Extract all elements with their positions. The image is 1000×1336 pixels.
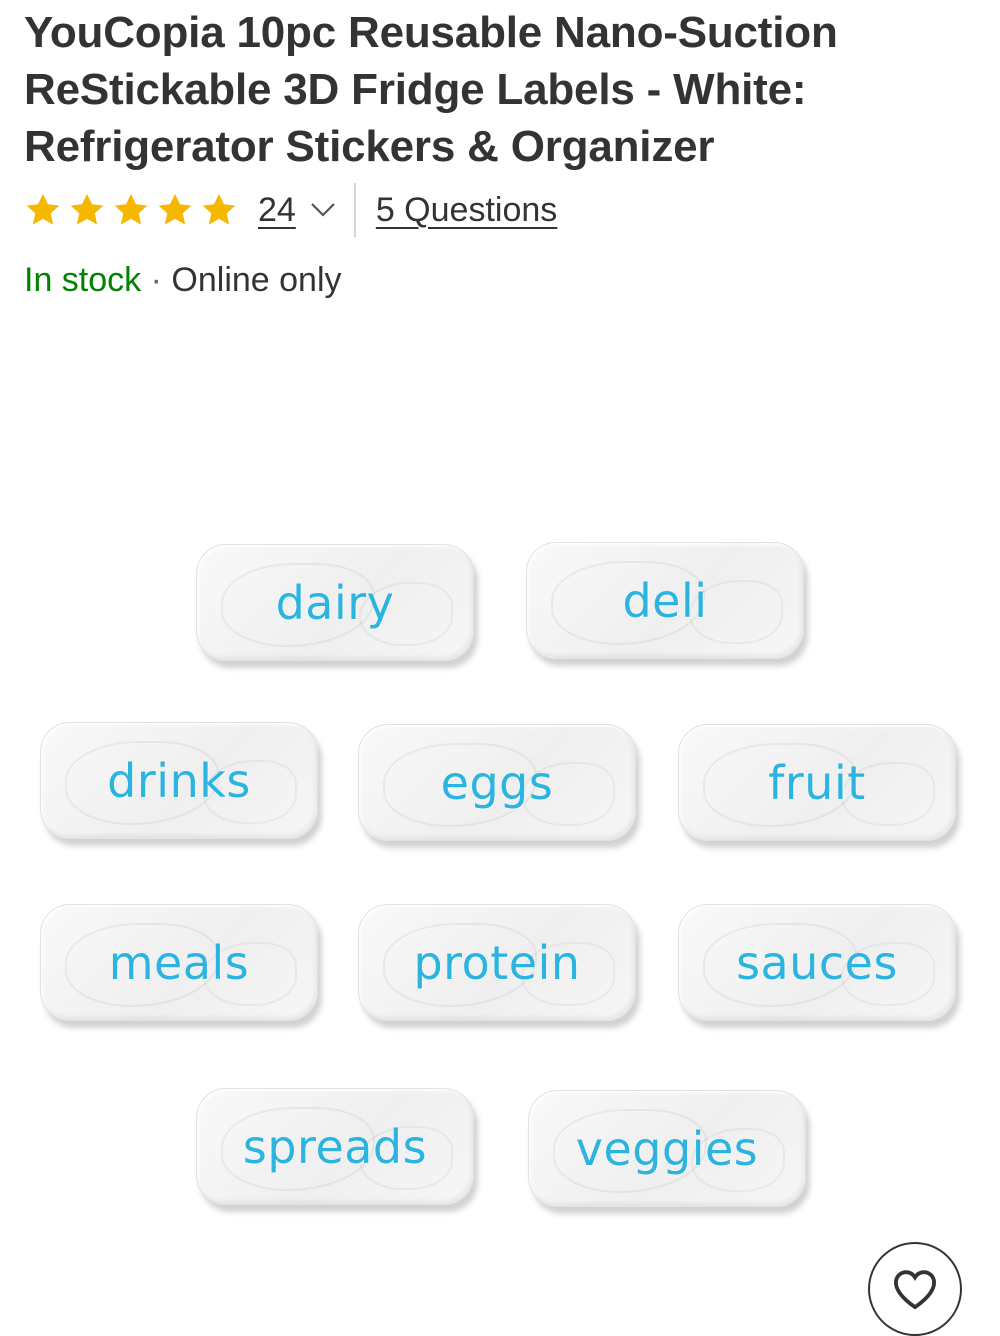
- label-text: meals: [108, 935, 250, 990]
- star-icon: [70, 193, 104, 225]
- product-image[interactable]: dairy deli drinks eggs fruit meals prote…: [0, 330, 1000, 1230]
- fridge-label: fruit: [678, 724, 956, 841]
- product-title: YouCopia 10pc Reusable Nano-Suction ReSt…: [24, 8, 838, 171]
- star-icon: [114, 193, 148, 225]
- fridge-label: deli: [526, 542, 804, 659]
- fridge-label: drinks: [40, 722, 318, 839]
- label-text: dairy: [275, 575, 395, 630]
- heart-icon: [893, 1270, 937, 1310]
- fridge-label: protein: [358, 904, 636, 1021]
- label-text: protein: [413, 935, 581, 990]
- availability: In stock · Online only: [24, 258, 342, 302]
- label-text: fruit: [768, 755, 866, 810]
- chevron-down-icon[interactable]: [310, 202, 336, 218]
- fridge-label: eggs: [358, 724, 636, 841]
- label-text: drinks: [107, 753, 251, 808]
- fridge-label: spreads: [196, 1088, 474, 1205]
- star-icon: [26, 193, 60, 225]
- review-count-link[interactable]: 24: [258, 191, 296, 230]
- fridge-label: veggies: [528, 1090, 806, 1207]
- star-icon: [202, 193, 236, 225]
- label-text: sauces: [736, 935, 898, 990]
- divider: [353, 183, 356, 237]
- label-text: spreads: [242, 1119, 428, 1174]
- label-text: eggs: [440, 755, 554, 810]
- star-icon: [158, 193, 192, 225]
- fridge-label: meals: [40, 904, 318, 1021]
- questions-link[interactable]: 5 Questions: [376, 191, 557, 230]
- label-text: deli: [622, 573, 708, 628]
- fridge-label: dairy: [196, 544, 474, 661]
- label-text: veggies: [575, 1121, 759, 1176]
- channel-info: Online only: [171, 261, 342, 299]
- separator: ·: [150, 261, 162, 299]
- fridge-label: sauces: [678, 904, 956, 1021]
- star-rating[interactable]: [24, 191, 238, 229]
- rating-row: 24 5 Questions: [24, 182, 557, 238]
- favorite-button[interactable]: [868, 1242, 962, 1336]
- stock-status: In stock: [24, 261, 142, 299]
